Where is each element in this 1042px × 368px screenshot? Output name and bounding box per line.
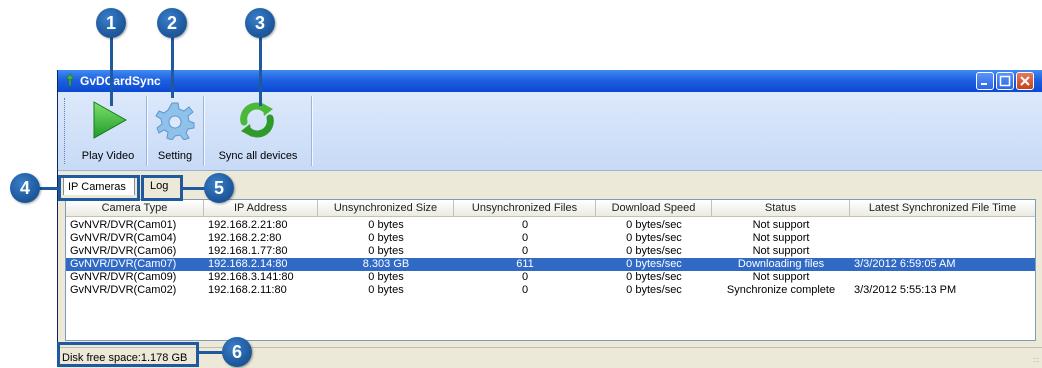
unsync-files-cell: 0 xyxy=(521,284,529,296)
callout-6-leader xyxy=(197,351,224,354)
camera-type-cell: GvNVR/DVR(Cam09) xyxy=(70,271,177,283)
download-speed-cell: 0 bytes/sec xyxy=(626,219,682,231)
maximize-icon[interactable] xyxy=(996,72,1014,90)
status-cell: Downloading files xyxy=(737,258,825,270)
callout-2: 2 xyxy=(157,8,187,38)
sync-all-devices-button[interactable]: Sync all devices xyxy=(205,92,311,170)
unsync-size-cell: 0 bytes xyxy=(368,232,404,244)
download-speed-cell: 0 bytes/sec xyxy=(626,245,682,257)
toolbar-grip[interactable] xyxy=(64,98,68,164)
play-video-button[interactable]: Play Video xyxy=(70,92,146,170)
play-icon xyxy=(91,100,129,143)
close-icon[interactable] xyxy=(1016,72,1034,90)
status-cell: Not support xyxy=(752,245,810,257)
column-header[interactable]: Status xyxy=(712,200,850,217)
ip-address-cell: 192.168.2.14:80 xyxy=(208,258,288,270)
unsync-size-cell: 0 bytes xyxy=(368,245,404,257)
toolbar-separator xyxy=(311,96,313,166)
column-header[interactable]: Download Speed xyxy=(596,200,712,217)
unsync-files-cell: 0 xyxy=(521,219,529,231)
table-row[interactable]: GvNVR/DVR(Cam02) 192.168.2.11:80 0 bytes… xyxy=(66,284,1035,297)
callout-6: 6 xyxy=(222,337,252,367)
sync-all-devices-label: Sync all devices xyxy=(218,150,298,162)
camera-type-cell: GvNVR/DVR(Cam06) xyxy=(70,245,177,257)
setting-label: Setting xyxy=(157,150,193,162)
callout-4: 4 xyxy=(10,173,40,203)
unsync-files-cell: 0 xyxy=(521,232,529,244)
ip-address-cell: 192.168.2.21:80 xyxy=(208,219,288,231)
toolbar: Play Video Setting Sync all devices xyxy=(58,92,1042,171)
title-bar[interactable]: GvDCardSync xyxy=(58,70,1042,92)
camera-type-cell: GvNVR/DVR(Cam07) xyxy=(70,258,177,270)
callout-4-leader xyxy=(38,187,60,190)
setting-button[interactable]: Setting xyxy=(148,92,202,170)
ip-address-cell: 192.168.2.11:80 xyxy=(208,284,287,296)
latest-sync-time-cell: 3/3/2012 5:55:13 PM xyxy=(854,284,957,296)
camera-type-cell: GvNVR/DVR(Cam01) xyxy=(70,219,177,231)
sync-icon xyxy=(236,100,278,143)
table-row[interactable]: GvNVR/DVR(Cam09) 192.168.3.141:80 0 byte… xyxy=(66,271,1035,284)
table-row[interactable]: GvNVR/DVR(Cam06) 192.168.1.77:80 0 bytes… xyxy=(66,245,1035,258)
camera-type-cell: GvNVR/DVR(Cam02) xyxy=(70,284,177,296)
column-header[interactable]: Camera Type xyxy=(66,200,204,217)
gear-icon xyxy=(155,100,195,143)
download-speed-cell: 0 bytes/sec xyxy=(626,258,682,270)
column-header[interactable]: Unsynchronized Files xyxy=(454,200,596,217)
ip-address-cell: 192.168.2.2:80 xyxy=(208,232,282,244)
column-header[interactable]: Latest Synchronized File Time xyxy=(850,200,1035,217)
unsync-size-cell: 0 bytes xyxy=(368,271,404,283)
camera-table[interactable]: Camera Type IP Address Unsynchronized Si… xyxy=(65,199,1036,341)
ip-address-cell: 192.168.1.77:80 xyxy=(208,245,288,257)
unsync-size-cell: 0 bytes xyxy=(368,284,404,296)
unsync-size-cell: 8.303 GB xyxy=(362,258,410,270)
camera-type-cell: GvNVR/DVR(Cam04) xyxy=(70,232,177,244)
resize-grip-icon[interactable]: ∷ xyxy=(1034,356,1039,365)
callout-5: 5 xyxy=(204,173,234,203)
table-row-selected[interactable]: GvNVR/DVR(Cam07) 192.168.2.14:80 8.303 G… xyxy=(66,258,1035,271)
app-window: GvDCardSync Play Video Setting Sync all … xyxy=(57,70,1042,368)
status-cell: Not support xyxy=(752,219,810,231)
callout-3-leader xyxy=(259,36,262,106)
unsync-files-cell: 0 xyxy=(521,245,529,257)
callout-6-highlight xyxy=(57,342,199,367)
unsync-files-cell: 611 xyxy=(516,258,534,270)
column-header[interactable]: Unsynchronized Size xyxy=(318,200,454,217)
status-cell: Synchronize complete xyxy=(726,284,836,296)
table-row[interactable]: GvNVR/DVR(Cam04) 192.168.2.2:80 0 bytes … xyxy=(66,232,1035,245)
callout-5-leader xyxy=(180,187,206,190)
callout-1: 1 xyxy=(96,8,126,38)
window-title: GvDCardSync xyxy=(80,74,161,88)
ip-address-cell: 192.168.3.141:80 xyxy=(208,271,294,283)
download-speed-cell: 0 bytes/sec xyxy=(626,284,682,296)
app-icon xyxy=(63,73,77,87)
download-speed-cell: 0 bytes/sec xyxy=(626,232,682,244)
unsync-files-cell: 0 xyxy=(521,271,529,283)
status-cell: Not support xyxy=(752,271,810,283)
play-video-label: Play Video xyxy=(81,150,135,162)
latest-sync-time-cell: 3/3/2012 6:59:05 AM xyxy=(854,258,956,270)
callout-1-leader xyxy=(110,36,113,106)
callout-5-highlight xyxy=(141,175,183,201)
callout-2-leader xyxy=(171,36,174,98)
callout-4-highlight xyxy=(58,175,140,201)
callout-3: 3 xyxy=(245,8,275,38)
minimize-icon[interactable] xyxy=(976,72,994,90)
table-row[interactable]: GvNVR/DVR(Cam01) 192.168.2.21:80 0 bytes… xyxy=(66,219,1035,232)
download-speed-cell: 0 bytes/sec xyxy=(626,271,682,283)
unsync-size-cell: 0 bytes xyxy=(368,219,404,231)
status-cell: Not support xyxy=(752,232,810,244)
